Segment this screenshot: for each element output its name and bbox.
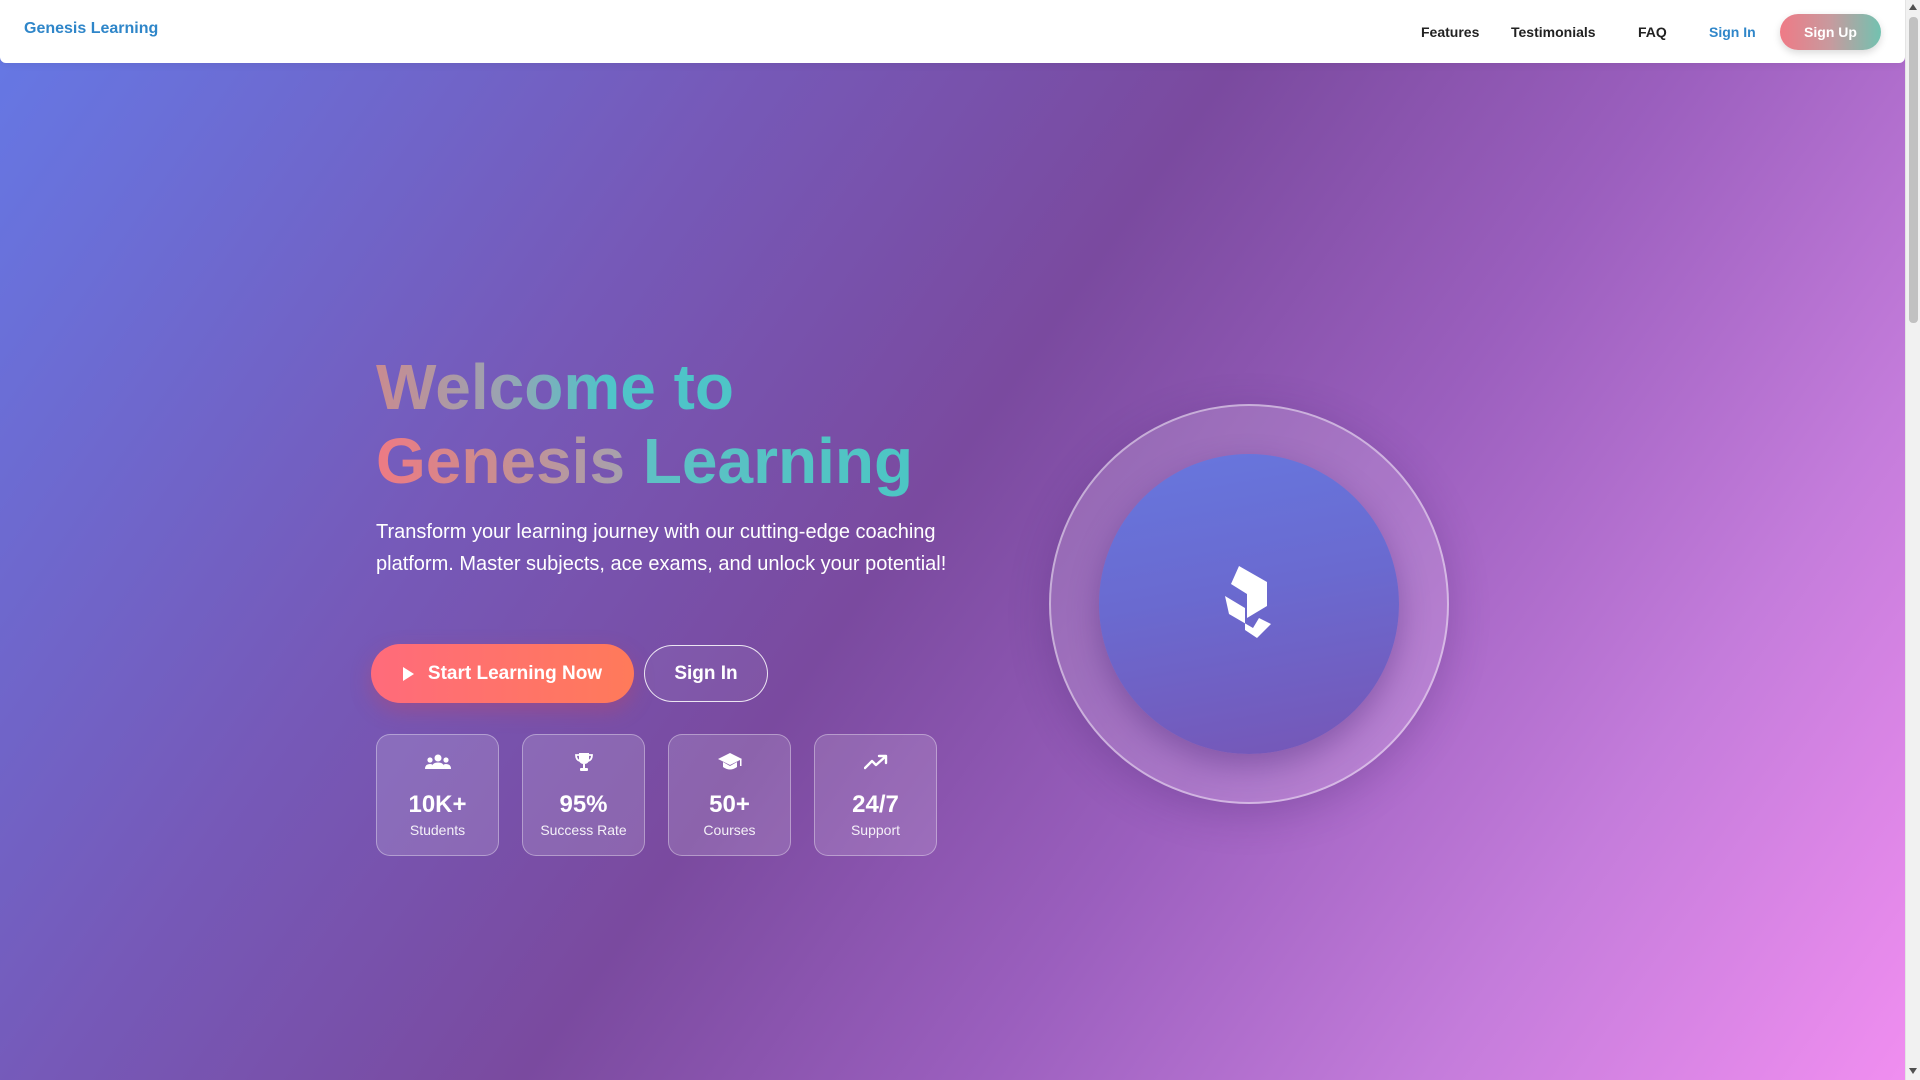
nav-link-features[interactable]: Features [1421, 24, 1479, 40]
stat-value: 24/7 [852, 791, 899, 818]
hero-title-line1: Welcome to [376, 350, 796, 424]
trophy-icon [523, 751, 644, 773]
stat-card-success-rate: 95% Success Rate [522, 734, 645, 856]
play-icon [402, 666, 414, 681]
hero-description: Transform your learning journey with our… [376, 521, 947, 575]
stat-value: 10K+ [408, 791, 467, 818]
trending-up-icon [815, 751, 936, 773]
landing-page: Genesis Learning Features Testimonials F… [0, 0, 1905, 1080]
hero-title-word-learning: Learning [642, 425, 914, 497]
hero-title-line2: Genesis Learning [376, 424, 913, 498]
users-icon [377, 751, 498, 773]
nav-link-faq[interactable]: FAQ [1638, 24, 1667, 40]
hero-orb [1099, 454, 1399, 754]
stat-value: 50+ [709, 791, 750, 818]
vertical-scrollbar[interactable] [1905, 0, 1920, 1080]
logo-mark-icon [1217, 562, 1281, 647]
nav-sign-in-link[interactable]: Sign In [1709, 24, 1756, 40]
brand-logo-link[interactable]: Genesis Learning [24, 20, 158, 38]
graduation-cap-icon [669, 751, 790, 773]
stat-label: Students [409, 822, 466, 838]
nav-sign-up-button[interactable]: Sign Up [1780, 14, 1881, 50]
stat-card-courses: 50+ Courses [668, 734, 791, 856]
top-navbar: Genesis Learning Features Testimonials F… [0, 0, 1905, 63]
scroll-down-arrow-icon[interactable] [1909, 1068, 1917, 1074]
scrollbar-thumb[interactable] [1909, 17, 1918, 323]
stat-label: Courses [703, 822, 756, 838]
start-learning-label: Start Learning Now [427, 662, 603, 684]
stat-label: Success Rate [540, 822, 627, 838]
stat-card-students: 10K+ Students [376, 734, 499, 856]
stat-value: 95% [559, 791, 608, 818]
hero-title-word-genesis: Genesis [376, 425, 626, 497]
nav-link-testimonials[interactable]: Testimonials [1511, 24, 1596, 40]
start-learning-button[interactable]: Start Learning Now [371, 644, 634, 703]
hero-sign-in-button[interactable]: Sign In [644, 645, 768, 702]
scroll-up-arrow-icon[interactable] [1909, 4, 1917, 10]
stat-card-support: 24/7 Support [814, 734, 937, 856]
stat-label: Support [850, 822, 901, 838]
hero-title: Welcome to Genesis Learning [376, 350, 913, 498]
